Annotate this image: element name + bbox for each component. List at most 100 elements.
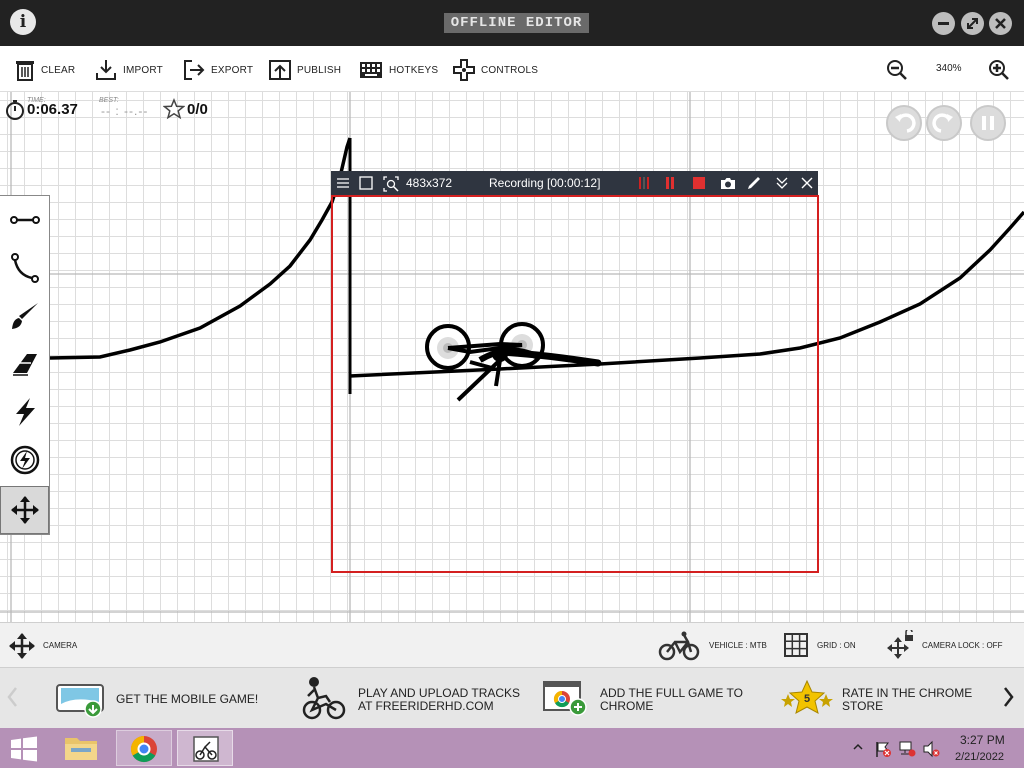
- camera-move-tool[interactable]: [0, 486, 49, 534]
- zoom-region-icon[interactable]: [383, 176, 399, 192]
- tray-expand-icon[interactable]: [852, 742, 864, 752]
- redo-icon: [932, 113, 953, 133]
- mobile-game-icon[interactable]: [56, 682, 106, 718]
- zoom-out-icon[interactable]: [886, 59, 908, 81]
- expand-icon: [967, 18, 978, 29]
- action-center-flag-icon[interactable]: [874, 740, 892, 758]
- region-icon[interactable]: [359, 176, 373, 190]
- grid-icon[interactable]: [784, 633, 808, 657]
- app-window: i OFFLINE EDITOR CLEAR IMPORT EXPORT PUB…: [0, 0, 1024, 768]
- clear-button[interactable]: CLEAR: [15, 58, 75, 82]
- promo-rate-line2: STORE: [842, 699, 884, 713]
- taskbar-chrome[interactable]: [116, 730, 172, 766]
- chrome-add-icon[interactable]: [543, 681, 589, 717]
- best-label: BEST:: [99, 97, 119, 104]
- keyboard-icon: [360, 62, 382, 78]
- gravity-tool-icon: [10, 445, 39, 475]
- promo-upload[interactable]: PLAY AND UPLOAD TRACKS AT FREERIDERHD.CO…: [358, 687, 520, 713]
- vehicle-label[interactable]: VEHICLE : MTB: [709, 641, 767, 650]
- curve-tool[interactable]: [0, 244, 49, 292]
- settings-bar: CAMERA VEHICLE : MTB GRID : ON CAMERA LO…: [0, 622, 1024, 668]
- audio-level-icon: [639, 177, 649, 189]
- clock-date[interactable]: 2/21/2022: [955, 751, 1004, 763]
- pause-button[interactable]: [970, 105, 1006, 141]
- grid-label[interactable]: GRID : ON: [817, 641, 856, 650]
- volume-muted-icon[interactable]: [922, 740, 940, 758]
- recording-size: 483x372: [406, 176, 453, 190]
- mtb-bike-icon[interactable]: [658, 631, 700, 661]
- gravity-tool[interactable]: [0, 436, 49, 484]
- boost-tool-icon: [15, 398, 35, 426]
- undo-icon: [895, 113, 916, 133]
- rating-stars-icon[interactable]: 5: [780, 680, 834, 716]
- curve-tool-icon: [10, 253, 39, 283]
- chevron-left-icon[interactable]: [6, 686, 18, 708]
- promo-chrome-line2: CHROME: [600, 699, 654, 713]
- eraser-tool[interactable]: [0, 340, 49, 388]
- hotkeys-button[interactable]: HOTKEYS: [359, 58, 438, 82]
- import-button[interactable]: IMPORT: [95, 58, 163, 82]
- windows-start-icon[interactable]: [10, 736, 38, 762]
- star-count: 0/0: [187, 101, 208, 118]
- redo-button[interactable]: [926, 105, 962, 141]
- taskbar-file-explorer[interactable]: [55, 730, 111, 766]
- stop-recording-icon[interactable]: [693, 177, 705, 189]
- camera-lock-icon[interactable]: [886, 630, 916, 660]
- brush-tool-icon: [11, 303, 38, 329]
- recording-frame: [331, 195, 819, 573]
- line-tool-icon: [9, 216, 40, 224]
- clock-time[interactable]: 3:27 PM: [960, 733, 1005, 747]
- stopwatch-icon: [6, 100, 24, 120]
- promo-mobile[interactable]: GET THE MOBILE GAME!: [116, 693, 258, 706]
- import-icon: [96, 60, 116, 80]
- close-icon: [995, 18, 1006, 29]
- toolbar: CLEAR IMPORT EXPORT PUBLISH HOTKEYS CONT…: [0, 46, 1024, 92]
- chevron-down-icon[interactable]: [775, 176, 789, 190]
- app-title: OFFLINE EDITOR: [444, 13, 589, 33]
- export-button[interactable]: EXPORT: [183, 58, 253, 82]
- promo-bar: GET THE MOBILE GAME! PLAY AND UPLOAD TRA…: [0, 668, 1024, 728]
- taskbar-freerider[interactable]: [177, 730, 233, 766]
- info-button[interactable]: i: [10, 9, 36, 35]
- zoom-in-icon[interactable]: [988, 59, 1010, 81]
- maximize-button[interactable]: [961, 12, 984, 35]
- network-icon[interactable]: [898, 740, 916, 758]
- track-line-left: [49, 137, 352, 360]
- pencil-icon[interactable]: [747, 176, 761, 190]
- controls-label: CONTROLS: [481, 64, 539, 76]
- publish-button[interactable]: PUBLISH: [269, 58, 341, 82]
- menu-icon[interactable]: [336, 176, 350, 190]
- promo-rate[interactable]: RATE IN THE CHROME STORE: [842, 687, 972, 713]
- pause-recording-icon[interactable]: [664, 177, 676, 189]
- import-label: IMPORT: [123, 64, 163, 76]
- time-value: 0:06.37: [27, 101, 78, 118]
- publish-label: PUBLISH: [297, 64, 342, 76]
- close-recorder-icon[interactable]: [800, 176, 814, 190]
- recorder-toolbar: 483x372 Recording [00:00:12]: [331, 171, 818, 195]
- title-bar: i OFFLINE EDITOR: [0, 0, 1024, 46]
- line-tool[interactable]: [0, 196, 49, 244]
- boost-tool[interactable]: [0, 388, 49, 436]
- promo-chrome[interactable]: ADD THE FULL GAME TO CHROME: [600, 687, 743, 713]
- clear-label: CLEAR: [41, 64, 76, 76]
- camera-label[interactable]: CAMERA: [43, 641, 77, 650]
- camera-icon[interactable]: [720, 176, 736, 190]
- recording-status: Recording [00:00:12]: [489, 176, 601, 190]
- rider-icon[interactable]: [302, 676, 346, 720]
- chevron-right-icon[interactable]: [1002, 686, 1016, 708]
- eraser-tool-icon: [12, 354, 37, 376]
- export-label: EXPORT: [211, 64, 254, 76]
- brush-tool[interactable]: [0, 292, 49, 340]
- undo-button[interactable]: [886, 105, 922, 141]
- move-camera-icon[interactable]: [8, 632, 36, 660]
- close-button[interactable]: [989, 12, 1012, 35]
- pause-icon: [982, 116, 994, 130]
- minimize-button[interactable]: [932, 12, 955, 35]
- hotkeys-label: HOTKEYS: [389, 64, 439, 76]
- rating-badge-number: 5: [804, 693, 810, 705]
- publish-icon: [269, 60, 291, 80]
- camera-lock-label[interactable]: CAMERA LOCK : OFF: [922, 641, 1002, 650]
- dpad-icon: [453, 59, 475, 81]
- tool-panel: [0, 195, 50, 535]
- controls-button[interactable]: CONTROLS: [453, 58, 538, 82]
